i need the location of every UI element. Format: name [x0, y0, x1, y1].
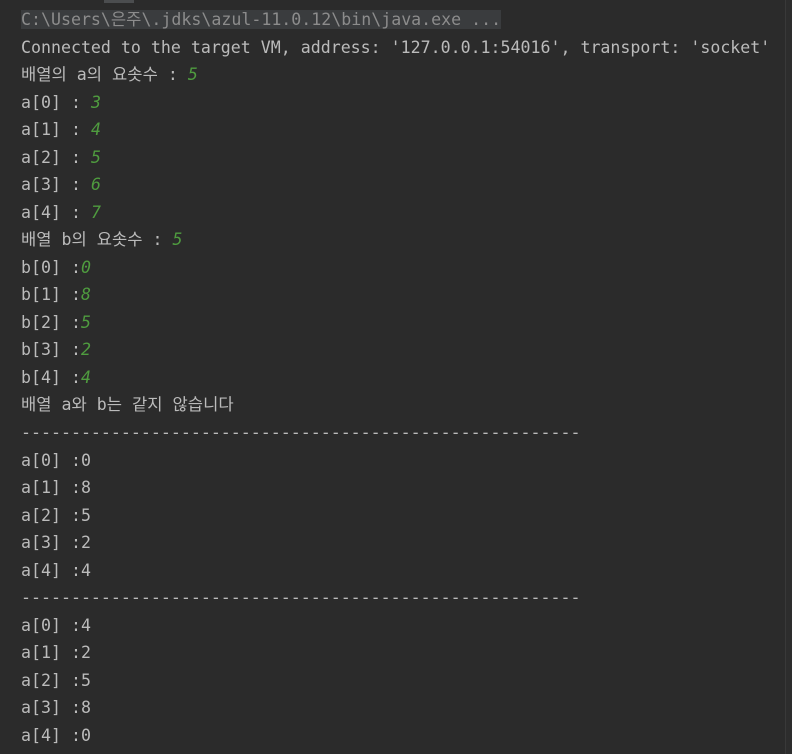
- user-input-value: 5: [172, 230, 183, 250]
- output-text: b[2] :: [21, 312, 81, 332]
- console-line: a[1] :8: [21, 474, 781, 502]
- console-line: a[3] :2: [21, 529, 781, 557]
- output-text: b[4] :: [21, 367, 81, 387]
- user-input-value: 5: [90, 147, 101, 167]
- console-line: 배열 a와 b는 같지 않습니다: [21, 391, 781, 419]
- output-text: 배열의 a의 요솟수 :: [21, 65, 188, 85]
- console-line: Connected to the target VM, address: '12…: [21, 34, 781, 62]
- output-text: a[4] :4: [21, 560, 91, 580]
- console-line: a[3] : 6: [21, 171, 781, 199]
- user-input-value: 2: [80, 340, 91, 360]
- output-text: 배열 b의 요솟수 :: [21, 230, 173, 250]
- output-text: ----------------------------------------…: [21, 588, 581, 608]
- console-line: a[2] :5: [21, 502, 781, 530]
- separator-line: ----------------------------------------…: [21, 584, 781, 612]
- console-line-command: C:\Users\은주\.jdks\azul-11.0.12\bin\java.…: [21, 6, 781, 34]
- tab-indicator: [104, 0, 134, 3]
- console-line: b[2] :5: [21, 309, 781, 337]
- console-line: 배열의 a의 요솟수 : 5: [21, 61, 781, 89]
- output-text: a[3] :8: [21, 698, 91, 718]
- user-input-value: 3: [90, 92, 101, 112]
- console-line: a[2] :5: [21, 667, 781, 695]
- output-text: a[0] :: [21, 92, 91, 112]
- output-text: a[1] :2: [21, 643, 91, 663]
- console-line: 배열 b의 요솟수 : 5: [21, 226, 781, 254]
- output-text: a[0] :0: [21, 450, 91, 470]
- console-line: a[1] :2: [21, 639, 781, 667]
- output-text: b[3] :: [21, 340, 81, 360]
- output-text: a[4] :0: [21, 725, 91, 745]
- output-text: a[2] :5: [21, 505, 91, 525]
- output-text: a[4] :: [21, 202, 91, 222]
- output-text: 배열 a와 b는 같지 않습니다: [21, 395, 234, 415]
- vertical-scrollbar[interactable]: [785, 0, 792, 754]
- output-text: a[1] :: [21, 120, 91, 140]
- run-command-line[interactable]: C:\Users\은주\.jdks\azul-11.0.12\bin\java.…: [21, 10, 502, 29]
- output-text: a[3] :: [21, 175, 91, 195]
- console-line: a[0] :0: [21, 447, 781, 475]
- console-line: b[3] :2: [21, 336, 781, 364]
- console-line: a[1] : 4: [21, 116, 781, 144]
- output-text: a[3] :2: [21, 533, 91, 553]
- user-input-value: 4: [90, 120, 101, 140]
- console-output[interactable]: C:\Users\은주\.jdks\azul-11.0.12\bin\java.…: [21, 6, 781, 749]
- output-text: b[1] :: [21, 285, 81, 305]
- user-input-value: 4: [80, 367, 91, 387]
- console-line: a[3] :8: [21, 694, 781, 722]
- output-text: Connected to the target VM, address: '12…: [21, 37, 771, 57]
- console-line: a[4] :0: [21, 722, 781, 750]
- user-input-value: 7: [90, 202, 101, 222]
- user-input-value: 5: [80, 312, 91, 332]
- user-input-value: 5: [187, 65, 198, 85]
- user-input-value: 8: [80, 285, 91, 305]
- output-text: a[2] :: [21, 147, 91, 167]
- console-line: a[2] : 5: [21, 144, 781, 172]
- console-line: b[0] :0: [21, 254, 781, 282]
- output-text: a[1] :8: [21, 478, 91, 498]
- console-line: a[0] :4: [21, 612, 781, 640]
- separator-line: ----------------------------------------…: [21, 419, 781, 447]
- console-line: a[4] : 7: [21, 199, 781, 227]
- user-input-value: 0: [80, 257, 91, 277]
- output-text: b[0] :: [21, 257, 81, 277]
- console-line: a[0] : 3: [21, 89, 781, 117]
- output-text: a[2] :5: [21, 670, 91, 690]
- output-text: ----------------------------------------…: [21, 422, 581, 442]
- run-console-panel[interactable]: C:\Users\은주\.jdks\azul-11.0.12\bin\java.…: [0, 0, 792, 754]
- console-line: b[1] :8: [21, 281, 781, 309]
- user-input-value: 6: [90, 175, 101, 195]
- console-line: a[4] :4: [21, 557, 781, 585]
- output-text: a[0] :4: [21, 615, 91, 635]
- console-line: b[4] :4: [21, 364, 781, 392]
